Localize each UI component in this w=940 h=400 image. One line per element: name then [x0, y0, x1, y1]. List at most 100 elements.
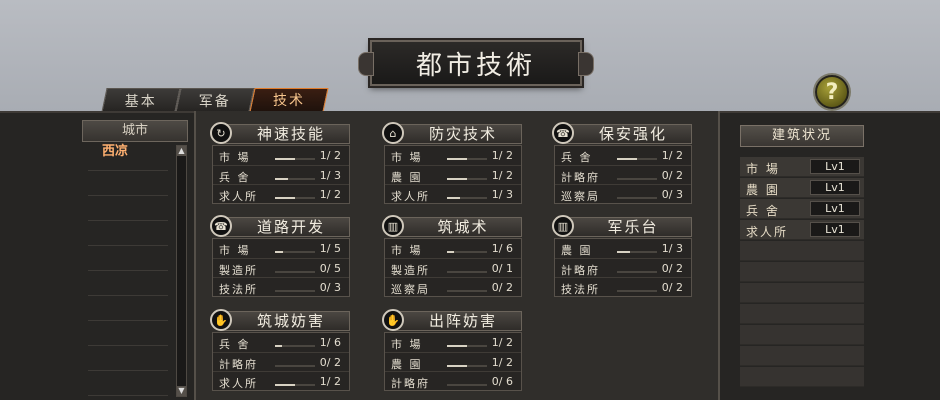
requirement-label: 兵 舍 [219, 338, 251, 351]
requirement-value: 0/ 1 [491, 262, 513, 275]
progress-bar [275, 271, 315, 273]
progress-fill [447, 197, 461, 199]
progress-fill [275, 197, 295, 199]
city-item-xiliang[interactable]: 西凉 [88, 145, 168, 171]
build-row-empty [740, 367, 864, 387]
requirement-label: 市 場 [391, 151, 423, 164]
tech-requirement-row: 兵 舍 1/ 3 [213, 165, 349, 184]
requirement-label: 巡察局 [391, 283, 430, 296]
tech-card[interactable]: ✋ 筑城妨害兵 舍 1/ 6 計略府 0/ 2 求人所 1/ 2 [210, 309, 352, 391]
requirement-value: 0/ 2 [319, 356, 341, 369]
requirement-value: 1/ 2 [319, 188, 341, 201]
progress-bar [617, 290, 657, 292]
tech-card[interactable]: ⌂ 防灾技术市 場 1/ 2 農 園 1/ 2 求人所 1/ 3 [382, 122, 524, 204]
requirement-value: 1/ 6 [491, 242, 513, 255]
wall-icon: ▥ [382, 215, 404, 237]
tech-requirement-row: 農 園 1/ 3 [555, 239, 691, 258]
tech-title: 保安强化 [562, 124, 692, 144]
tech-requirement-row: 市 場 1/ 2 [385, 146, 521, 165]
rotate-icon: ↻ [210, 122, 232, 144]
build-name: 市 場 [746, 162, 780, 176]
requirement-value: 1/ 2 [491, 149, 513, 162]
progress-bar [617, 197, 657, 199]
tech-requirement-row: 求人所 1/ 2 [213, 371, 349, 390]
progress-fill [275, 384, 295, 386]
tech-requirement-row: 製造所 0/ 5 [213, 258, 349, 277]
tech-card[interactable]: ↻ 神速技能市 場 1/ 2 兵 舍 1/ 3 求人所 1/ 2 [210, 122, 352, 204]
city-header: 城市 [82, 120, 188, 142]
tab-technology[interactable]: 技术 [249, 88, 329, 112]
tech-requirement-row: 市 場 1/ 5 [213, 239, 349, 258]
tech-title: 筑城妨害 [220, 311, 350, 331]
tech-card[interactable]: ✋ 出阵妨害市 場 1/ 2 農 園 1/ 2 計略府 0/ 6 [382, 309, 524, 391]
tech-card[interactable]: ▥ 筑城术市 場 1/ 6 製造所 0/ 1 巡察局 0/ 2 [382, 215, 524, 297]
tech-requirement-row: 農 園 1/ 2 [385, 352, 521, 371]
list-item: . [88, 171, 168, 196]
build-name: 兵 舍 [746, 204, 780, 218]
tech-header: ✋ 出阵妨害 [382, 309, 524, 331]
list-item: . [88, 221, 168, 246]
tech-requirement-row: 求人所 1/ 2 [213, 184, 349, 203]
requirement-label: 農 園 [391, 358, 423, 371]
progress-fill [617, 158, 637, 160]
requirement-label: 求人所 [391, 190, 430, 203]
tech-header: ☎ 保安强化 [552, 122, 694, 144]
scroll-down-icon[interactable]: ▼ [177, 386, 186, 396]
requirement-label: 技法所 [219, 283, 258, 296]
progress-bar [447, 197, 487, 199]
requirement-value: 0/ 3 [661, 188, 683, 201]
tech-header: ⌂ 防灾技术 [382, 122, 524, 144]
progress-bar [275, 365, 315, 367]
city-scrollbar[interactable]: ▲ ▼ [176, 145, 187, 397]
requirement-label: 兵 舍 [561, 151, 593, 164]
build-status-header: 建筑状况 [740, 125, 864, 147]
build-level: Lv1 [810, 159, 860, 174]
requirement-label: 農 園 [391, 171, 423, 184]
build-row-empty [740, 346, 864, 366]
tech-title: 筑城术 [392, 217, 522, 237]
city-list: 西凉 . . . . . . . . . [82, 145, 174, 396]
requirement-value: 1/ 2 [661, 149, 683, 162]
requirement-value: 0/ 2 [661, 262, 683, 275]
requirement-label: 計略府 [391, 377, 430, 390]
requirement-label: 計略府 [561, 264, 600, 277]
build-level: Lv1 [810, 201, 860, 216]
progress-bar [617, 271, 657, 273]
tech-requirement-row: 市 場 1/ 2 [385, 333, 521, 352]
tab-basic[interactable]: 基本 [101, 88, 181, 112]
requirement-value: 1/ 2 [319, 375, 341, 388]
tech-title: 军乐台 [562, 217, 692, 237]
progress-fill [275, 345, 282, 347]
tech-requirement-row: 技法所 0/ 3 [213, 277, 349, 296]
tech-requirement-row: 計略府 0/ 2 [213, 352, 349, 371]
tech-requirement-row: 市 場 1/ 6 [385, 239, 521, 258]
progress-bar [447, 345, 487, 347]
requirement-label: 市 場 [219, 244, 251, 257]
list-item: . [88, 296, 168, 321]
tab-military[interactable]: 军备 [175, 88, 255, 112]
progress-bar [275, 158, 315, 160]
help-button[interactable]: ? [815, 75, 849, 109]
tech-requirement-row: 求人所 1/ 3 [385, 184, 521, 203]
requirement-label: 製造所 [219, 264, 258, 277]
progress-bar [275, 290, 315, 292]
requirement-value: 1/ 6 [319, 336, 341, 349]
tech-requirement-row: 農 園 1/ 2 [385, 165, 521, 184]
build-level: Lv1 [810, 180, 860, 195]
progress-bar [617, 178, 657, 180]
requirement-value: 0/ 2 [661, 281, 683, 294]
list-item: . [88, 346, 168, 371]
progress-fill [447, 158, 467, 160]
tech-requirement-row: 巡察局 0/ 3 [555, 184, 691, 203]
tech-card[interactable]: ☎ 道路开发市 場 1/ 5 製造所 0/ 5 技法所 0/ 3 [210, 215, 352, 297]
tech-title: 道路开发 [220, 217, 350, 237]
tech-card[interactable]: ▥ 军乐台農 園 1/ 3 計略府 0/ 2 技法所 0/ 2 [552, 215, 694, 297]
scroll-up-icon[interactable]: ▲ [177, 146, 186, 156]
requirement-value: 1/ 2 [491, 336, 513, 349]
build-row-empty [740, 304, 864, 324]
tech-card[interactable]: ☎ 保安强化兵 舍 1/ 2 計略府 0/ 2 巡察局 0/ 3 [552, 122, 694, 204]
requirement-value: 0/ 5 [319, 262, 341, 275]
build-level: Lv1 [810, 222, 860, 237]
build-row: 市 場 Lv1 [740, 157, 864, 177]
requirement-value: 1/ 3 [661, 242, 683, 255]
